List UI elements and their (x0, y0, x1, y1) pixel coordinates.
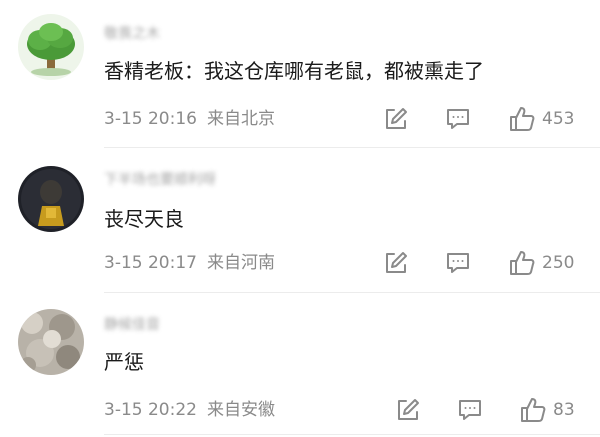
avatar[interactable] (18, 166, 84, 232)
edit-icon (386, 252, 407, 273)
comment-location: 来自北京 (206, 109, 275, 129)
comment-item: 敬畏之木 香精老板：我这仓库哪有老鼠，都被熏走了 3-15 20:16 来自北京 … (0, 0, 600, 150)
thumbs-up-icon (510, 107, 535, 131)
comment-icon (447, 109, 469, 129)
comment-item: 静候佳音 严惩 3-15 20:22 来自安徽 83 (0, 295, 600, 437)
divider (104, 292, 600, 293)
like-button[interactable]: 250 (508, 249, 574, 277)
edit-icon (398, 399, 419, 420)
like-button[interactable]: 83 (519, 396, 575, 424)
reply-button[interactable] (445, 106, 471, 132)
comment-time: 3-15 20:16 (104, 109, 197, 129)
comment-time: 3-15 20:17 (104, 253, 197, 273)
photo-icon (18, 309, 84, 375)
comment-location: 来自河南 (206, 253, 275, 273)
comment-meta: 3-15 20:22 来自安徽 (104, 400, 275, 420)
person-icon (18, 166, 84, 232)
like-button[interactable]: 453 (508, 105, 574, 133)
like-count: 83 (553, 400, 575, 420)
divider (104, 147, 600, 148)
comment-text: 香精老板：我这仓库哪有老鼠，都被熏走了 (104, 59, 484, 83)
comment-time: 3-15 20:22 (104, 400, 197, 420)
like-count: 453 (542, 109, 575, 129)
comment-meta: 3-15 20:17 来自河南 (104, 253, 275, 273)
comment-meta: 3-15 20:16 来自北京 (104, 109, 275, 129)
share-button[interactable] (383, 250, 409, 276)
reply-button[interactable] (457, 397, 483, 423)
comment-icon (447, 253, 469, 273)
comment-text: 严惩 (104, 350, 144, 374)
share-button[interactable] (383, 106, 409, 132)
divider (104, 434, 600, 435)
comment-icon (459, 400, 481, 420)
thumbs-up-icon (521, 398, 546, 422)
reply-button[interactable] (445, 250, 471, 276)
tree-icon (18, 14, 84, 80)
avatar[interactable] (18, 14, 84, 80)
comment-text: 丧尽天良 (104, 207, 184, 231)
comment-location: 来自安徽 (206, 400, 275, 420)
avatar[interactable] (18, 309, 84, 375)
thumbs-up-icon (510, 251, 535, 275)
edit-icon (386, 108, 407, 129)
like-count: 250 (542, 253, 575, 273)
comment-item: 下半场也要顺利呀 丧尽天良 3-15 20:17 来自河南 250 (0, 150, 600, 295)
share-button[interactable] (395, 397, 421, 423)
